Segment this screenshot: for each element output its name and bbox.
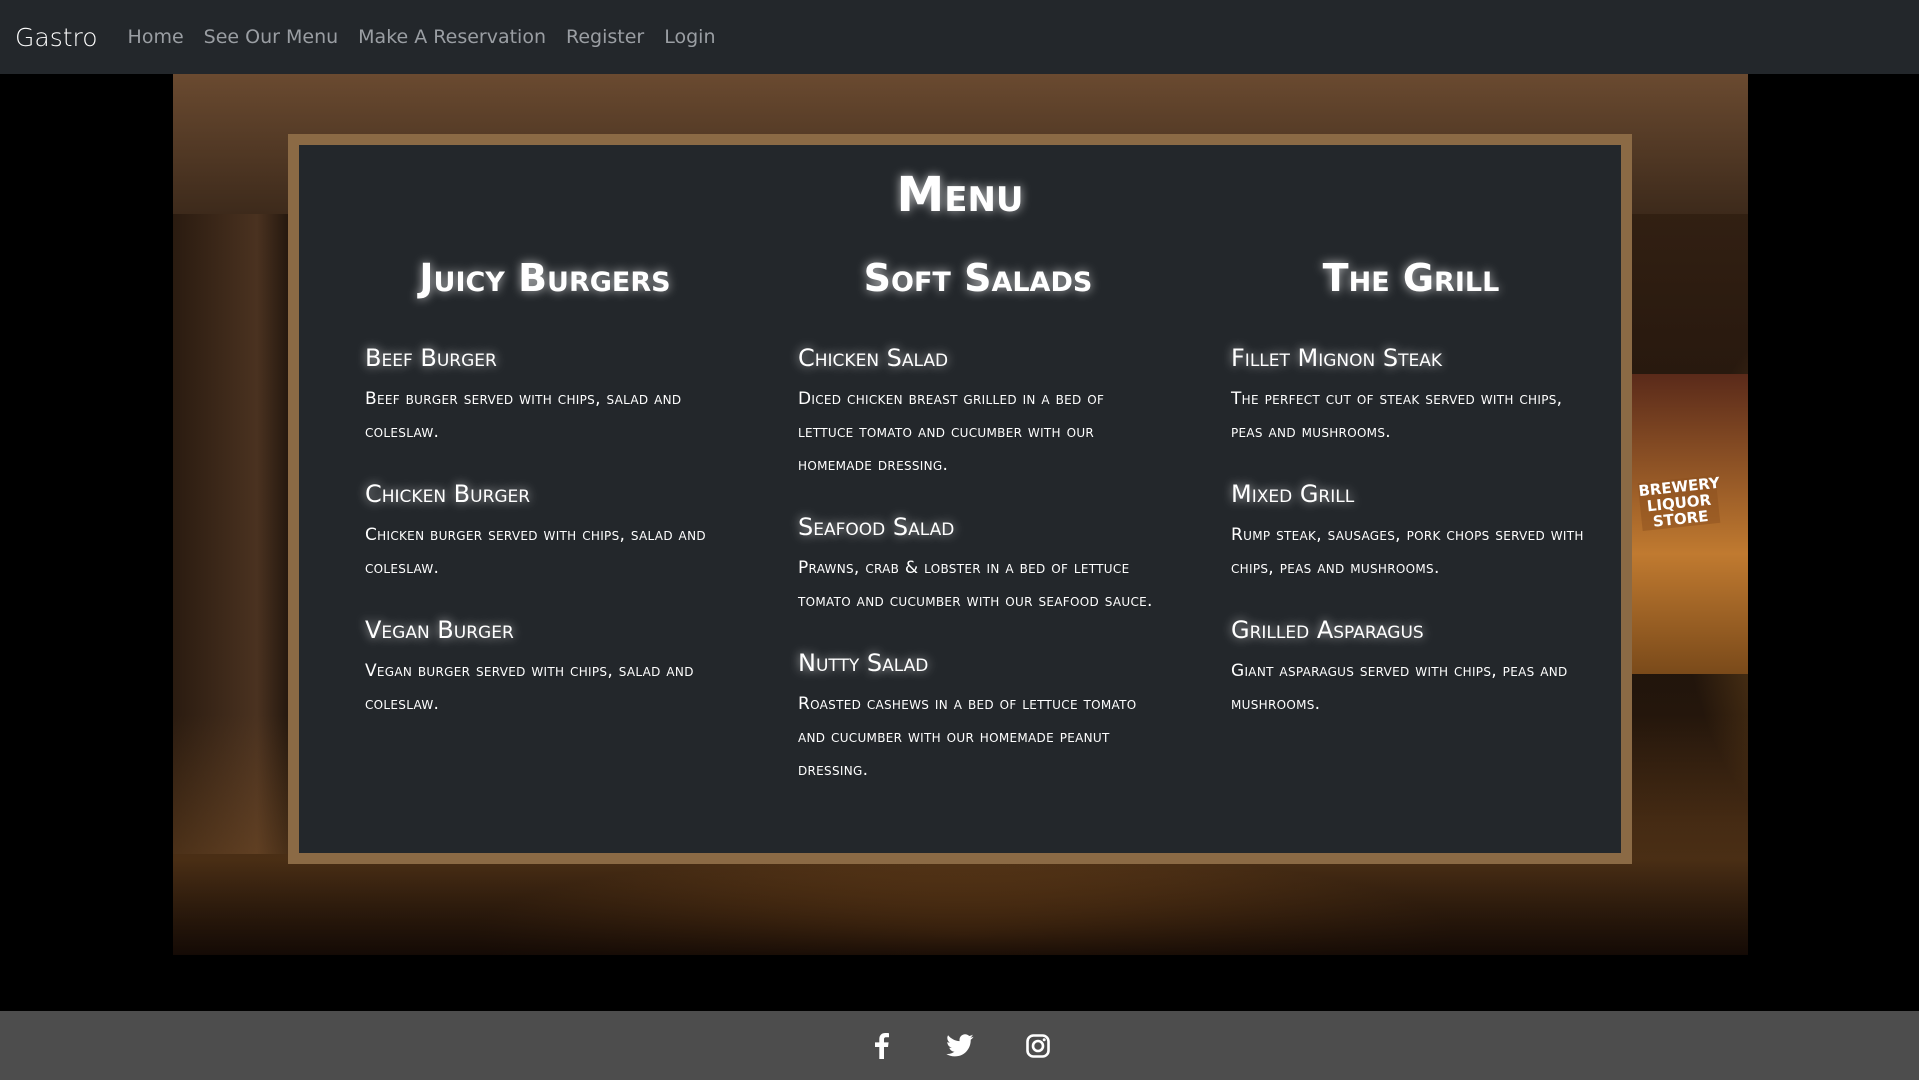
menu-item: Beef Burger Beef burger served with chip… — [365, 341, 725, 449]
menu-item-description: Prawns, crab & lobster in a bed of lettu… — [798, 558, 1153, 611]
menu-item: Seafood Salad Prawns, crab & lobster in … — [798, 510, 1158, 618]
menu-column-grill: The Grill Fillet Mignon Steak The perfec… — [1231, 255, 1591, 749]
menu-item-description: Diced chicken breast grilled in a bed of… — [798, 389, 1105, 475]
facebook-icon[interactable] — [867, 1031, 897, 1061]
menu-item: Chicken Burger Chicken burger served wit… — [365, 477, 725, 585]
nav-link-home[interactable]: Home — [128, 26, 184, 48]
menu-item: Vegan Burger Vegan burger served with ch… — [365, 613, 725, 721]
twitter-icon[interactable] — [945, 1031, 975, 1061]
menu-item-description: Giant asparagus served with chips, peas … — [1231, 661, 1568, 714]
menu-item-name: Mixed Grill — [1231, 480, 1355, 508]
column-heading: Soft Salads — [863, 256, 1093, 300]
menu-item: Grilled Asparagus Giant asparagus served… — [1231, 613, 1591, 721]
menu-item-name: Fillet Mignon Steak — [1231, 344, 1442, 372]
brand-logo[interactable]: Gastro — [15, 23, 98, 52]
store-sign: BREWERY LIQUOR STORE — [1637, 473, 1721, 531]
menu-item-name: Seafood Salad — [798, 513, 955, 541]
nav-link-login[interactable]: Login — [664, 26, 715, 48]
menu-item: Fillet Mignon Steak The perfect cut of s… — [1231, 341, 1591, 449]
menu-item-description: Rump steak, sausages, pork chops served … — [1231, 525, 1584, 578]
menu-item-description: The perfect cut of steak served with chi… — [1231, 389, 1563, 442]
menu-card: Menu Juicy Burgers Beef Burger Beef burg… — [288, 134, 1632, 864]
menu-item-name: Beef Burger — [365, 344, 497, 372]
menu-item-description: Vegan burger served with chips, salad an… — [365, 661, 694, 714]
menu-item-description: Beef burger served with chips, salad and… — [365, 389, 682, 442]
menu-item: Nutty Salad Roasted cashews in a bed of … — [798, 646, 1158, 787]
instagram-icon[interactable] — [1023, 1031, 1053, 1061]
nav-link-reservation[interactable]: Make A Reservation — [358, 26, 546, 48]
nav-link-register[interactable]: Register — [566, 26, 644, 48]
menu-column-burgers: Juicy Burgers Beef Burger Beef burger se… — [365, 255, 725, 749]
column-heading: The Grill — [1322, 256, 1500, 300]
menu-item-name: Vegan Burger — [365, 616, 514, 644]
menu-title: Menu — [896, 167, 1024, 223]
menu-column-salads: Soft Salads Chicken Salad Diced chicken … — [798, 255, 1158, 815]
nav-link-menu[interactable]: See Our Menu — [204, 26, 339, 48]
menu-item-description: Roasted cashews in a bed of lettuce toma… — [798, 694, 1137, 780]
menu-item-name: Chicken Salad — [798, 344, 949, 372]
menu-item-name: Nutty Salad — [798, 649, 929, 677]
column-heading: Juicy Burgers — [419, 256, 671, 300]
menu-item: Chicken Salad Diced chicken breast grill… — [798, 341, 1158, 482]
menu-item-name: Chicken Burger — [365, 480, 531, 508]
menu-item-description: Chicken burger served with chips, salad … — [365, 525, 706, 578]
footer — [0, 1011, 1919, 1080]
menu-item: Mixed Grill Rump steak, sausages, pork c… — [1231, 477, 1591, 585]
menu-item-name: Grilled Asparagus — [1231, 616, 1424, 644]
navbar: Gastro Home See Our Menu Make A Reservat… — [0, 0, 1919, 74]
